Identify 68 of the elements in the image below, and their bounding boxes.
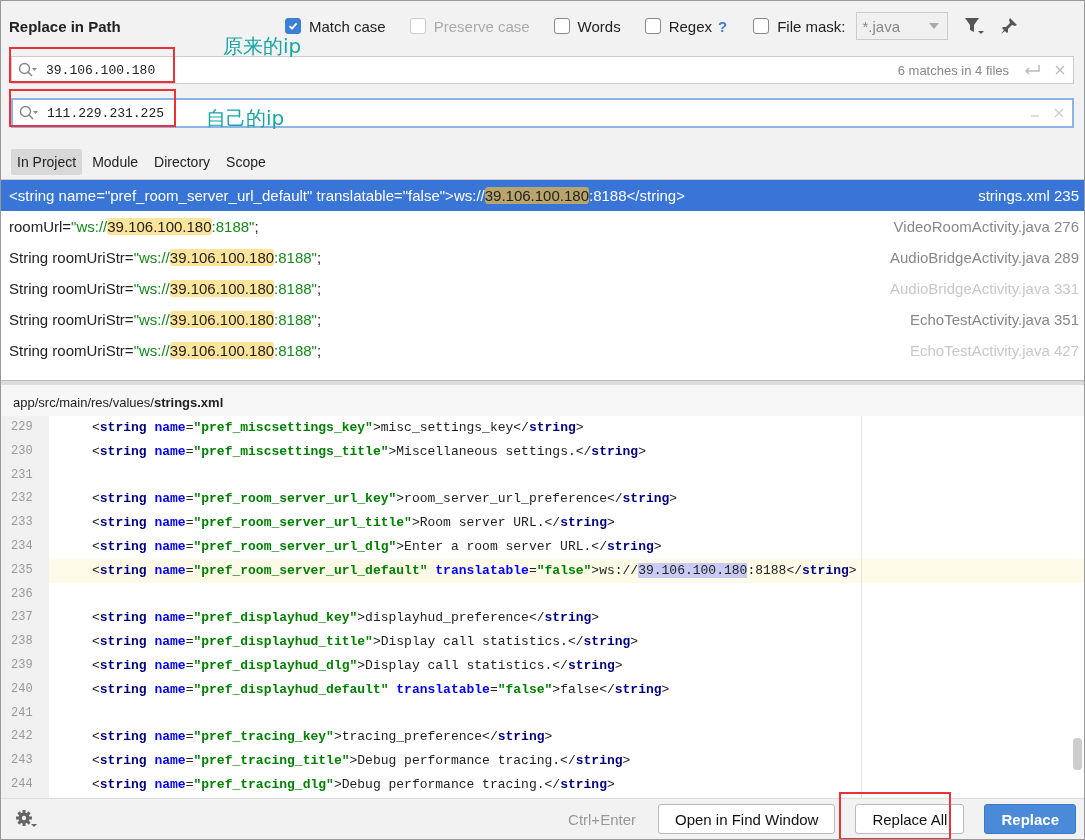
line-number: 233 <box>10 514 34 532</box>
code-line: <string name="pref_tracing_key">tracing_preference</string> <box>92 729 553 745</box>
file-path: app/src/main/res/values/strings.xml <box>1 385 1084 416</box>
settings-icon[interactable] <box>15 809 37 829</box>
code-line: <string name="pref_displayhud_dlg">Display call statistics.</string> <box>92 657 623 673</box>
help-link[interactable]: ? <box>718 17 728 35</box>
clear-icon[interactable] <box>1055 65 1065 75</box>
code-line: <string name="pref_displayhud_key">displayhud_preference</string> <box>92 610 600 626</box>
code-line: <string name="pref_miscsettings_key">misc_settings_key</string> <box>92 420 584 435</box>
search-icon[interactable] <box>19 105 39 121</box>
line-number: 244 <box>10 775 34 793</box>
dialog-button[interactable]: Replace <box>984 804 1076 834</box>
line-number: 242 <box>10 728 34 746</box>
code-line: <string name="pref_displayhud_default" translatable="false">false</string> <box>92 681 670 697</box>
enter-icon[interactable] <box>1023 64 1041 76</box>
result-preview: String roomUriStr="ws://39.106.100.180:8188"; <box>9 311 323 328</box>
result-row[interactable]: String roomUriStr="ws://39.106.100.180:8188"; EchoTestActivity.java 351 <box>1 304 1084 335</box>
code-line: <string name="pref_miscsettings_title">Miscellaneous settings.</string> <box>92 443 646 459</box>
check-icon <box>287 20 299 32</box>
result-row[interactable]: roomUrl="ws://39.106.100.180:8188"; VideoRoomActivity.java 276 <box>1 211 1084 242</box>
shortcut-hint: Ctrl+Enter <box>568 810 636 828</box>
dialog-button[interactable]: Replace All <box>855 804 965 834</box>
code-line: <string name="pref_room_server_url_title">Room server URL.</string> <box>92 515 615 531</box>
line-number: 236 <box>10 585 34 603</box>
line-number: 235 <box>10 561 34 579</box>
dialog-button[interactable]: Open in Find Window <box>658 804 836 834</box>
line-number: 238 <box>10 633 34 651</box>
scope-tab[interactable]: Module <box>86 149 145 175</box>
code-line: <string name="pref_tracing_title">Debug performance tracing.</string> <box>92 753 631 769</box>
line-number: 241 <box>10 704 34 722</box>
option-checkbox[interactable]: Regex <box>644 17 712 35</box>
code-line: <string name="pref_displayhud_title">Display call statistics.</string> <box>92 634 639 650</box>
pin-icon[interactable] <box>999 17 1018 35</box>
line-number: 239 <box>10 656 34 674</box>
result-file: EchoTestActivity.java 351 <box>910 311 1079 328</box>
result-row[interactable]: String roomUriStr="ws://39.106.100.180:8188"; AudioBridgeActivity.java 289 <box>1 242 1084 273</box>
result-preview: String roomUriStr="ws://39.106.100.180:8188"; <box>9 280 323 297</box>
line-number: 232 <box>10 490 34 508</box>
clear-icon[interactable] <box>1054 108 1064 118</box>
line-number: 231 <box>10 466 34 484</box>
option-checkbox[interactable]: File mask: <box>753 17 846 35</box>
match-count: 6 matches in 4 files <box>897 62 1009 78</box>
result-preview: roomUrl="ws://39.106.100.180:8188"; <box>9 218 260 235</box>
line-number: 230 <box>10 442 34 460</box>
line-number: 234 <box>10 538 34 555</box>
line-number: 237 <box>10 609 34 627</box>
line-number: 240 <box>10 680 34 698</box>
search-field[interactable]: 39.106.100.180 6 matches in 4 files <box>11 56 1074 84</box>
result-file: AudioBridgeActivity.java 289 <box>890 249 1079 266</box>
option-checkbox[interactable]: Match case <box>285 17 386 35</box>
scope-tab[interactable]: Scope <box>220 149 272 175</box>
line-number: 229 <box>10 419 34 436</box>
result-preview: String roomUriStr="ws://39.106.100.180:8188"; <box>9 342 323 359</box>
search-icon[interactable] <box>18 62 38 78</box>
result-file: strings.xml 235 <box>978 187 1079 204</box>
line-number: 243 <box>10 752 34 770</box>
code-line: <string name="pref_room_server_url_default" translatable="false">ws://39.106.100.180:8188</string> <box>92 562 857 578</box>
filter-icon[interactable] <box>963 17 984 35</box>
code-line: <string name="pref_room_server_url_key">room_server_url_preference</string> <box>92 491 678 507</box>
scrollbar[interactable] <box>1073 738 1082 770</box>
option-checkbox[interactable]: Words <box>553 17 621 35</box>
scope-tab[interactable]: In Project <box>11 149 83 175</box>
dialog-title: Replace in Path <box>9 17 122 35</box>
code-line: <string name="pref_room_server_url_dlg">Enter a room server URL.</string> <box>92 539 662 554</box>
code-line: <string name="pref_tracing_dlg">Debug performance tracing.</string> <box>92 776 615 792</box>
result-file: VideoRoomActivity.java 276 <box>893 218 1079 235</box>
scope-tab[interactable]: Directory <box>148 149 217 175</box>
result-preview: String roomUriStr="ws://39.106.100.180:8188"; <box>9 249 323 266</box>
